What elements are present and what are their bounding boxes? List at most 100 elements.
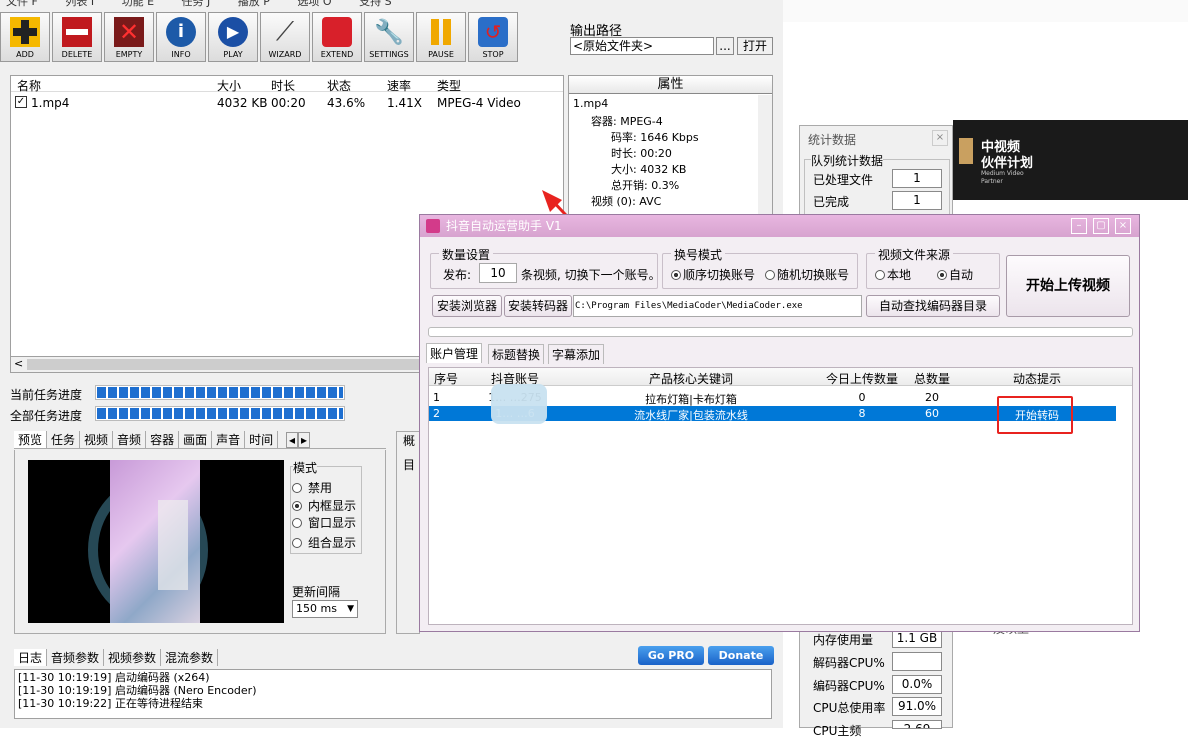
interval-select[interactable]: 150 ms ▼: [292, 600, 358, 618]
browse-button[interactable]: ...: [716, 37, 734, 55]
quantity-group: 数量设置 发布: 10 条视频, 切换下一个账号。: [430, 246, 661, 289]
file-list-header: 名称 大小 时长 状态 速率 类型: [11, 76, 563, 94]
annotation-box: [997, 396, 1073, 434]
properties-scrollbar[interactable]: [758, 95, 772, 224]
tab-audio[interactable]: 音频: [113, 431, 147, 448]
info-button[interactable]: i INFO: [156, 12, 206, 62]
log-area[interactable]: [11-30 10:19:19] 启动编码器 (x264) [11-30 10:…: [14, 669, 772, 719]
mode-inner-radio[interactable]: 内框显示: [292, 497, 356, 514]
extend-button[interactable]: EXTEND: [312, 12, 362, 62]
install-browser-button[interactable]: 安装浏览器: [432, 295, 502, 317]
logo-icon: [959, 138, 973, 164]
gopro-button[interactable]: Go PRO: [638, 646, 704, 665]
log-tabs: 日志 音频参数 视频参数 混流参数: [14, 649, 234, 667]
menu-function[interactable]: 功能 E: [122, 0, 154, 8]
scroll-left-icon[interactable]: <: [14, 357, 23, 370]
log-line: [11-30 10:19:19] 启动编码器 (Nero Encoder): [18, 684, 257, 697]
tab-mux-params[interactable]: 混流参数: [161, 649, 219, 666]
tab-log[interactable]: 日志: [14, 649, 48, 666]
file-row[interactable]: ✓ 1.mp4 4032 KB 00:20 43.6% 1.41X MPEG-4…: [11, 95, 563, 111]
interval-label: 更新间隔: [292, 585, 341, 599]
pause-icon: [426, 17, 456, 47]
wrench-icon: 🔧: [374, 18, 404, 46]
maximize-icon[interactable]: ▢: [1093, 218, 1109, 234]
completed-value: 1: [892, 191, 942, 210]
wizard-button[interactable]: ⟋ WIZARD: [260, 12, 310, 62]
file-checkbox[interactable]: ✓: [15, 96, 27, 108]
tab-sound[interactable]: 声音: [212, 431, 246, 448]
delete-button[interactable]: DELETE: [52, 12, 102, 62]
mode-combo-radio[interactable]: 组合显示: [292, 534, 356, 551]
start-upload-button[interactable]: 开始上传视频: [1006, 255, 1130, 317]
summary-panel: 概 目: [396, 431, 420, 634]
account-table[interactable]: 序号 抖音账号 产品核心关键词 今日上传数量 总数量 动态提示 1 1… …27…: [428, 367, 1133, 625]
random-switch-radio[interactable]: 随机切换账号: [765, 266, 849, 283]
menu-options[interactable]: 选项 O: [297, 0, 331, 8]
tab-time[interactable]: 时间: [245, 431, 279, 448]
log-line: [11-30 10:19:22] 正在等待进程结束: [18, 697, 203, 710]
promo-banner[interactable]: 中视频 伙伴计划 Medium Video Partner: [953, 120, 1188, 200]
pause-button[interactable]: PAUSE: [416, 12, 466, 62]
dialog-titlebar: 抖音自动运营助手 V1 – ▢ ×: [420, 215, 1139, 237]
close-icon[interactable]: ×: [1115, 218, 1131, 234]
open-button[interactable]: 打开: [737, 37, 773, 55]
encoder-path-input[interactable]: C:\Program Files\MediaCoder\MediaCoder.e…: [573, 295, 862, 317]
total-progress-bar: [95, 406, 345, 421]
tab-video-params[interactable]: 视频参数: [104, 649, 162, 666]
menu-bar: 文件 F 列表 I 功能 E 任务 J 播放 P 选项 O 支持 S: [0, 0, 783, 10]
settings-button[interactable]: 🔧 SETTINGS: [364, 12, 414, 62]
col-size[interactable]: 大小: [217, 77, 241, 94]
tab-scroll-left-icon[interactable]: ◂: [285, 432, 298, 448]
col-duration[interactable]: 时长: [271, 77, 295, 94]
mode-window-radio[interactable]: 窗口显示: [292, 514, 356, 531]
add-button[interactable]: ADD: [0, 12, 50, 62]
col-rate[interactable]: 速率: [387, 77, 411, 94]
col-status[interactable]: 状态: [327, 77, 351, 94]
close-icon[interactable]: ×: [932, 130, 948, 146]
tab-video[interactable]: 视频: [80, 431, 114, 448]
play-button[interactable]: ▶ PLAY: [208, 12, 258, 62]
privacy-blur: [491, 384, 547, 424]
tab-scroll-right-icon[interactable]: ▸: [297, 432, 311, 448]
tab-picture[interactable]: 画面: [179, 431, 213, 448]
menu-play[interactable]: 播放 P: [238, 0, 270, 8]
video-preview: [28, 460, 284, 623]
app-icon: [426, 219, 440, 233]
menu-support[interactable]: 支持 S: [359, 0, 391, 8]
col-name[interactable]: 名称: [17, 77, 41, 94]
sequential-switch-radio[interactable]: 顺序切换账号: [671, 266, 755, 283]
properties-title: 属性: [569, 76, 772, 94]
current-progress-bar: [95, 385, 345, 400]
wizard-icon: ⟋: [275, 17, 295, 47]
menu-list[interactable]: 列表 I: [65, 0, 94, 8]
preview-tabs: 预览 任务 视频 音频 容器 画面 声音 时间 ◂ ▸: [14, 431, 386, 449]
delete-icon: [62, 17, 92, 47]
menu-file[interactable]: 文件 F: [6, 0, 38, 8]
mode-disable-radio[interactable]: 禁用: [292, 479, 332, 496]
output-path-input[interactable]: <原始文件夹>: [570, 37, 714, 55]
tab-container[interactable]: 容器: [146, 431, 180, 448]
tab-subtitle-add[interactable]: 字幕添加: [548, 344, 605, 364]
tab-account-management[interactable]: 账户管理: [426, 343, 483, 363]
source-auto-radio[interactable]: 自动: [937, 266, 973, 283]
play-icon: ▶: [218, 17, 248, 47]
col-type[interactable]: 类型: [437, 77, 461, 94]
chevron-down-icon: ▼: [347, 604, 354, 614]
minimize-icon[interactable]: –: [1071, 218, 1087, 234]
tab-audio-params[interactable]: 音频参数: [47, 649, 105, 666]
tab-title-replace[interactable]: 标题替换: [488, 344, 545, 364]
source-local-radio[interactable]: 本地: [875, 266, 911, 283]
processed-files-value: 1: [892, 169, 942, 188]
donate-button[interactable]: Donate: [708, 646, 774, 665]
video-source-group: 视频文件来源 本地 自动: [866, 246, 1000, 289]
empty-button[interactable]: ✕ EMPTY: [104, 12, 154, 62]
stop-button[interactable]: ↺ STOP: [468, 12, 518, 62]
auto-find-encoder-button[interactable]: 自动查找编码器目录: [866, 295, 1000, 317]
switch-mode-group: 换号模式 顺序切换账号 随机切换账号: [662, 246, 858, 289]
douyin-helper-window: 抖音自动运营助手 V1 – ▢ × 数量设置 发布: 10 条视频, 切换下一个…: [419, 214, 1140, 632]
tab-preview[interactable]: 预览: [14, 431, 48, 448]
menu-task[interactable]: 任务 J: [182, 0, 211, 8]
install-encoder-button[interactable]: 安装转码器: [504, 295, 572, 317]
publish-count-input[interactable]: 10: [479, 263, 517, 283]
tab-task[interactable]: 任务: [47, 431, 81, 448]
